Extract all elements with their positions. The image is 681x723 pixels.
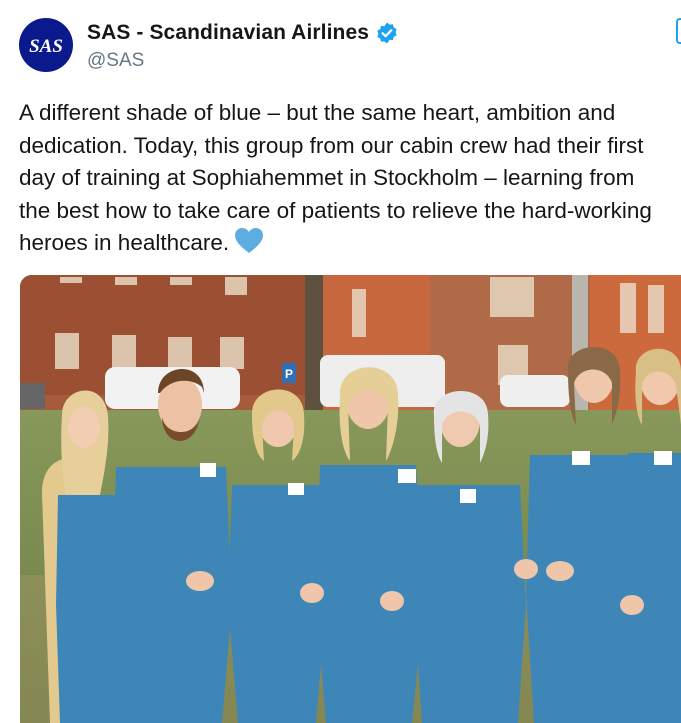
- account-name-row: SAS - Scandinavian Airlines: [87, 18, 399, 48]
- display-name[interactable]: SAS - Scandinavian Airlines: [87, 21, 369, 45]
- follow-button[interactable]: [676, 18, 681, 44]
- avatar[interactable]: SAS: [19, 18, 73, 72]
- sas-logo-text: SAS: [29, 36, 63, 57]
- blue-heart-icon: [234, 227, 264, 260]
- account-handle[interactable]: @SAS: [87, 50, 144, 72]
- tweet-line: the best how to take care of patients to…: [19, 197, 652, 223]
- tweet-photo[interactable]: P: [20, 275, 681, 723]
- tweet-line: A different shade of blue – but the same…: [19, 100, 616, 125]
- tweet-line-last: heroes in healthcare.: [19, 227, 681, 260]
- tweet-line: dedication. Today, this group from our c…: [19, 132, 644, 158]
- sas-logo: SAS: [29, 36, 63, 57]
- tweet-text: A different shade of blue – but the same…: [19, 97, 681, 260]
- parking-sign-text: P: [285, 367, 293, 381]
- group-photo: P: [20, 275, 681, 723]
- verified-badge-icon: [375, 21, 399, 45]
- tweet-line: day of training at Sophiahemmet in Stock…: [19, 165, 635, 191]
- tweet-line: heroes in healthcare.: [19, 230, 230, 256]
